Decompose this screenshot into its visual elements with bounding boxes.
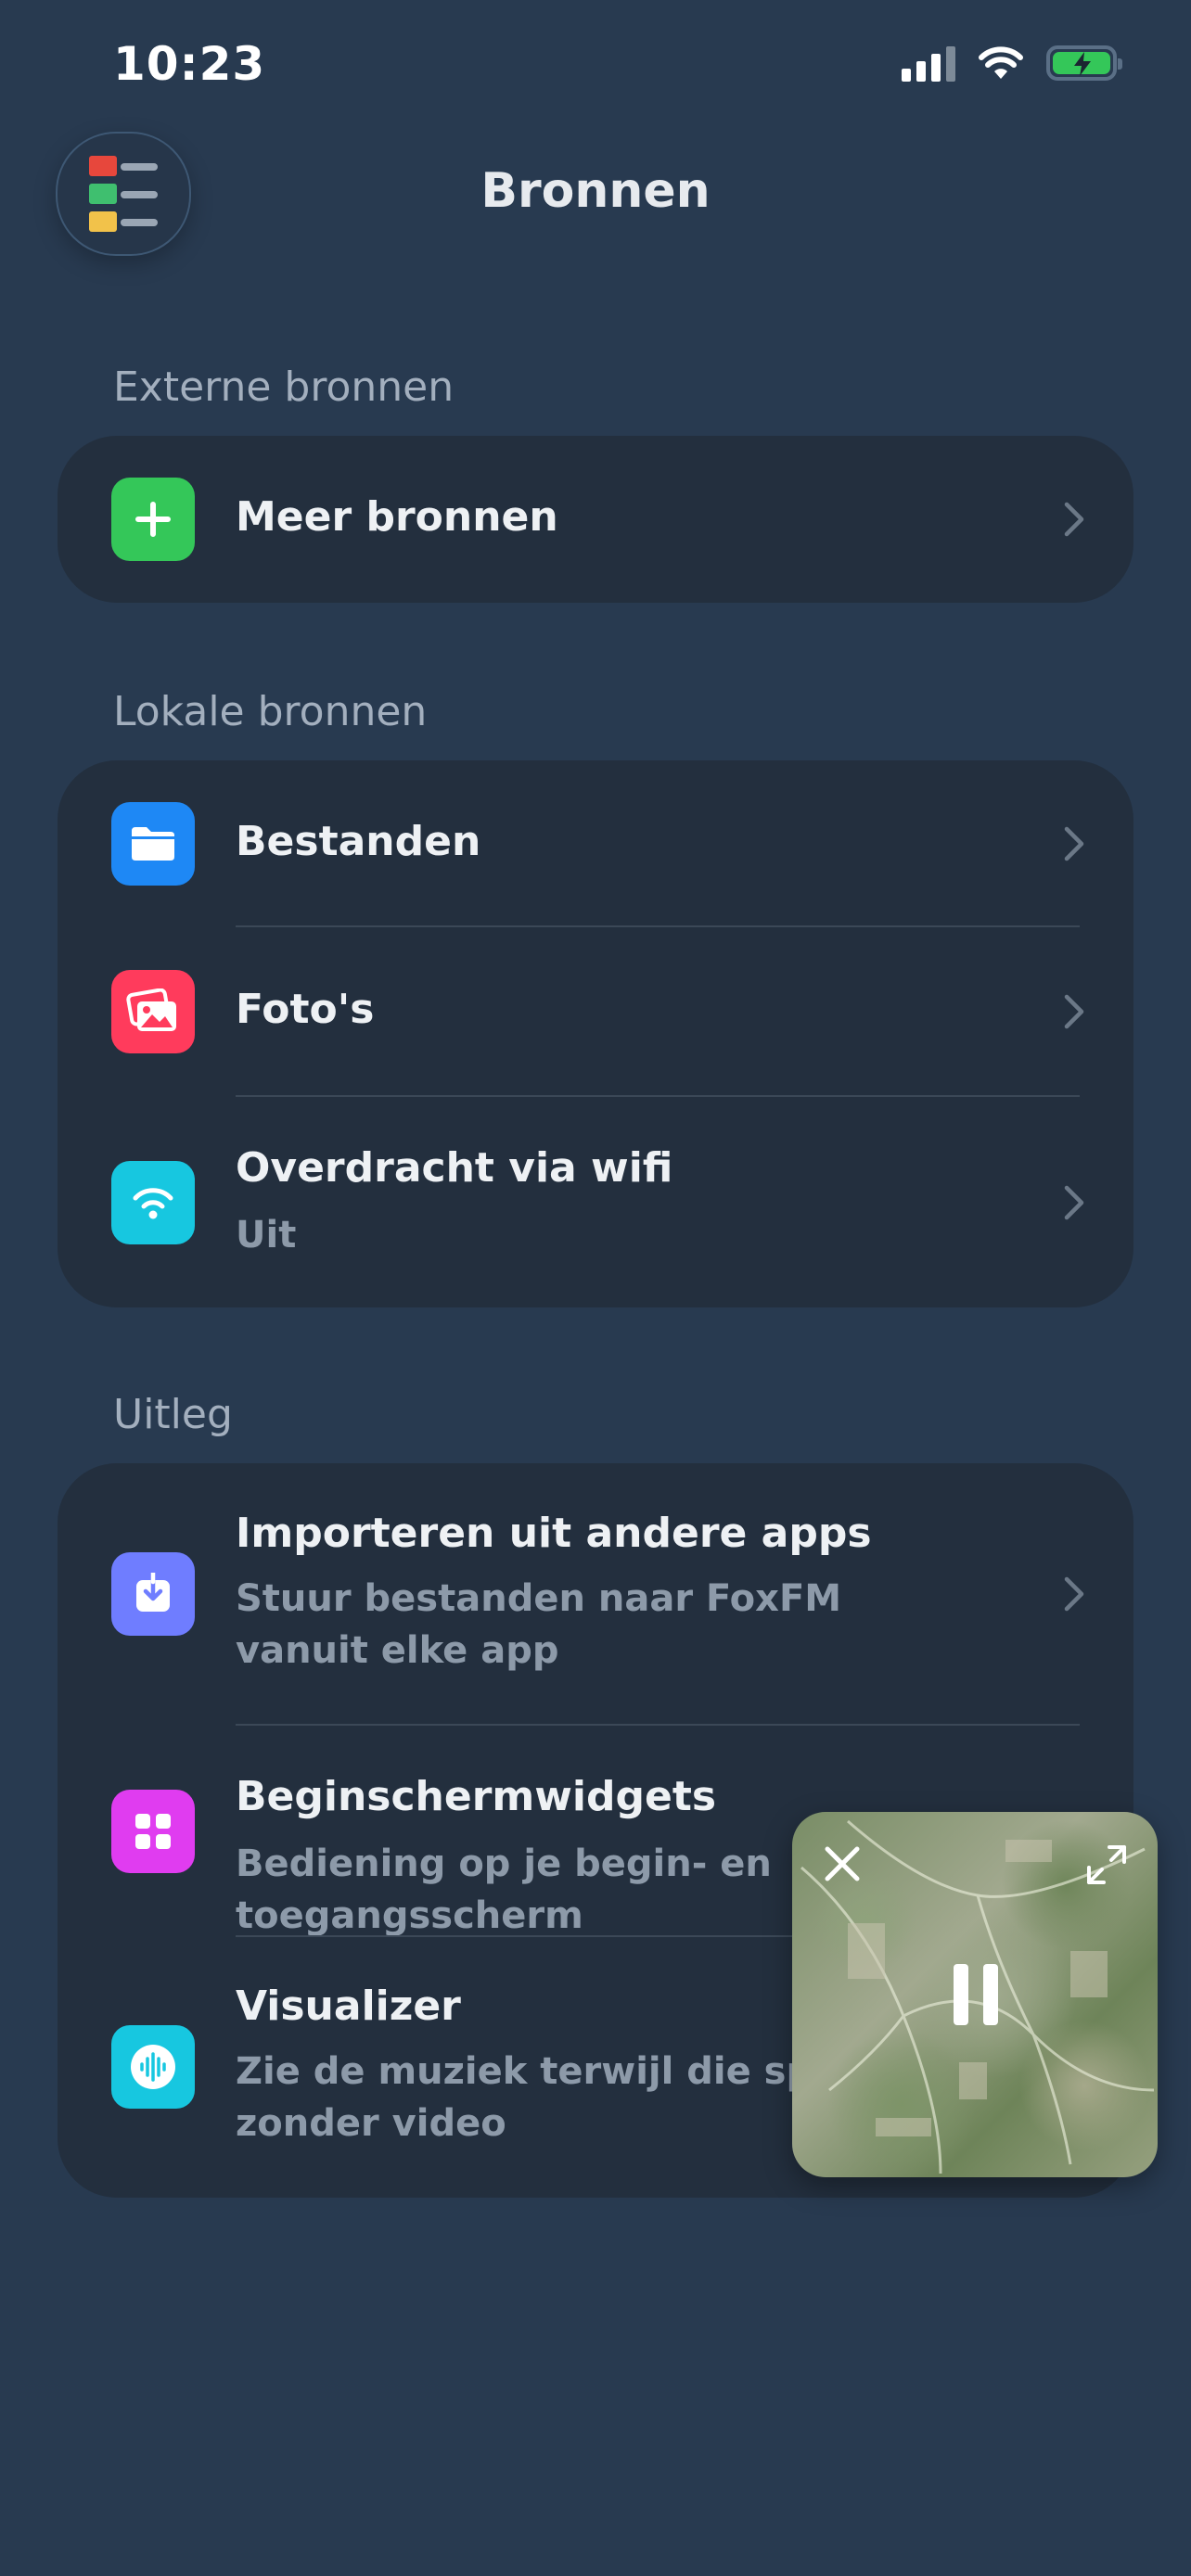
photos-icon — [111, 970, 195, 1053]
section-header-local: Lokale bronnen — [113, 688, 428, 735]
row-subtitle: Uit — [236, 1214, 297, 1256]
list-item-import[interactable]: Importeren uit andere apps Stuur bestand… — [58, 1463, 1133, 1725]
cellular-signal-icon — [902, 45, 955, 82]
row-title: Visualizer — [236, 1983, 461, 2030]
close-icon[interactable] — [824, 1845, 861, 1882]
row-subtitle: Stuur bestanden naar FoxFM vanuit elke a… — [236, 1577, 842, 1672]
chevron-right-icon — [1064, 1185, 1084, 1220]
chevron-right-icon — [1064, 826, 1084, 861]
import-icon — [111, 1552, 195, 1636]
row-title: Meer bronnen — [236, 493, 558, 541]
row-title: Foto's — [236, 986, 375, 1033]
status-icons — [902, 45, 1122, 82]
local-sources-group: Bestanden Foto's Overdracht via wifi Uit — [58, 760, 1133, 1307]
section-header-external: Externe bronnen — [113, 363, 455, 411]
row-title: Bestanden — [236, 818, 481, 865]
wifi-status-icon — [979, 46, 1023, 79]
chevron-right-icon — [1064, 994, 1084, 1029]
chevron-right-icon — [1064, 1576, 1084, 1612]
chevron-right-icon — [1064, 502, 1084, 537]
external-sources-group: Meer bronnen — [58, 436, 1133, 603]
row-title: Overdracht via wifi — [236, 1144, 673, 1192]
expand-icon[interactable] — [1085, 1843, 1128, 1886]
status-bar: 10:23 — [0, 0, 1191, 130]
section-header-explanation: Uitleg — [113, 1391, 233, 1438]
list-item-wifi-transfer[interactable]: Overdracht via wifi Uit — [58, 1096, 1133, 1307]
waveform-icon — [111, 2025, 195, 2109]
plus-icon — [111, 478, 195, 561]
row-title: Beginschermwidgets — [236, 1773, 717, 1820]
list-item-more-sources[interactable]: Meer bronnen — [58, 436, 1133, 603]
status-time: 10:23 — [113, 37, 266, 91]
pip-video-player[interactable] — [792, 1812, 1158, 2177]
folder-icon — [111, 802, 195, 886]
list-item-files[interactable]: Bestanden — [58, 760, 1133, 927]
row-title: Importeren uit andere apps — [236, 1510, 872, 1557]
widgets-icon — [111, 1790, 195, 1873]
pause-icon[interactable] — [950, 1962, 1002, 2027]
list-item-photos[interactable]: Foto's — [58, 927, 1133, 1096]
wifi-icon — [111, 1161, 195, 1244]
page-title: Bronnen — [480, 163, 711, 219]
battery-charging-icon — [1046, 45, 1122, 81]
